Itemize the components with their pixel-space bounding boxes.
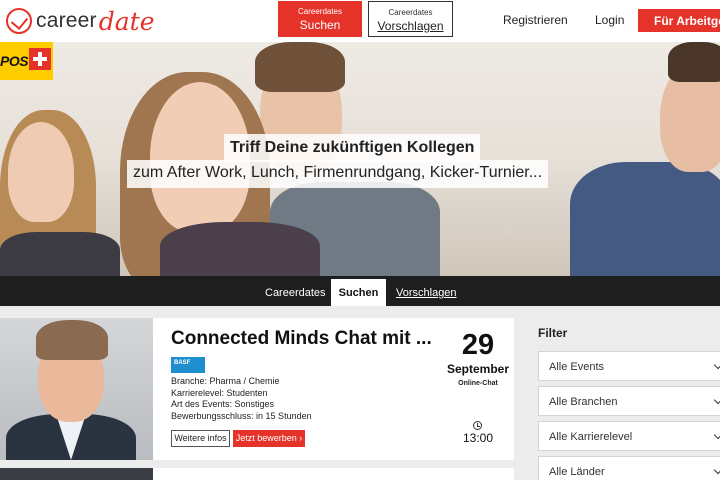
event-details: Branche: Pharma / Chemie Karrierelevel: …: [171, 376, 312, 422]
top-header: career date Careerdates Suchen Careerdat…: [0, 0, 720, 42]
tab-bar-label: Careerdates: [265, 287, 326, 299]
tab-vorschlagen[interactable]: Vorschlagen: [396, 287, 457, 299]
careerdates-vorschlagen-button[interactable]: Careerdates Vorschlagen: [368, 1, 453, 37]
hero-subtitle: zum After Work, Lunch, Firmenrundgang, K…: [127, 160, 549, 188]
event-type: Online-Chat: [458, 380, 498, 387]
hero-photo-person: [570, 162, 720, 276]
event-host-photo: [0, 318, 153, 460]
hero-photo-person: [8, 122, 74, 222]
post-sponsor-logo[interactable]: POST: [0, 42, 53, 80]
vorschlagen-button-label: Vorschlagen: [377, 19, 444, 33]
swiss-cross-icon: [29, 48, 51, 70]
photo-hair: [36, 320, 108, 360]
chevron-down-icon: [713, 360, 720, 370]
vorschlagen-button-small-label: Careerdates: [388, 8, 433, 17]
filter-heading: Filter: [538, 326, 568, 340]
careerdate-logo[interactable]: career date: [6, 4, 154, 38]
suchen-button-small-label: Careerdates: [297, 7, 343, 16]
hero-photo-person: [0, 232, 120, 276]
select-value: Alle Events: [549, 361, 605, 373]
filter-laender-select[interactable]: Alle Länder: [538, 456, 720, 480]
fuer-arbeitgeber-button[interactable]: Für Arbeitgeber: [638, 9, 720, 32]
filter-karrierelevel-select[interactable]: Alle Karrierelevel: [538, 421, 720, 451]
select-value: Alle Branchen: [549, 396, 618, 408]
event-card[interactable]: Connected Minds Chat mit ... BASF Branch…: [0, 318, 514, 460]
event-host-photo: [0, 468, 153, 480]
tab-suchen[interactable]: Suchen: [331, 279, 386, 306]
chevron-down-icon: [713, 465, 720, 475]
event-card[interactable]: [0, 468, 514, 480]
weitere-infos-button[interactable]: Weitere infos: [171, 430, 230, 447]
event-karrierelevel: Karrierelevel: Studenten: [171, 387, 268, 398]
registrieren-link[interactable]: Registrieren: [503, 13, 568, 27]
select-value: Alle Länder: [549, 466, 605, 478]
basf-company-logo: BASF: [171, 357, 205, 373]
event-month: September: [446, 362, 510, 376]
logo-text: career: [36, 9, 97, 32]
chevron-down-icon: [713, 430, 720, 440]
careerdate-logo-icon: [6, 8, 32, 34]
jetzt-bewerben-button[interactable]: Jetzt bewerben ›: [233, 430, 305, 447]
careerdates-suchen-button[interactable]: Careerdates Suchen: [278, 1, 362, 37]
hero-banner: POST Triff Deine zukünftigen Kollegen zu…: [0, 42, 720, 276]
hero-photo-person: [668, 42, 720, 82]
hero-photo-person: [255, 42, 345, 92]
event-bewerbungsschluss: Bewerbungsschluss: in 15 Stunden: [171, 410, 312, 421]
event-title[interactable]: Connected Minds Chat mit ...: [171, 328, 432, 350]
select-value: Alle Karrierelevel: [549, 431, 633, 443]
logo-script: date: [98, 6, 155, 36]
filter-events-select[interactable]: Alle Events: [538, 351, 720, 381]
event-time: 13:00: [462, 431, 494, 445]
filter-branchen-select[interactable]: Alle Branchen: [538, 386, 720, 416]
hero-photo-person: [160, 222, 320, 276]
chevron-down-icon: [713, 395, 720, 405]
login-link[interactable]: Login: [595, 13, 624, 27]
hero-title: Triff Deine zukünftigen Kollegen: [224, 134, 481, 162]
event-day: 29: [461, 329, 495, 361]
event-art: Art des Events: Sonstiges: [171, 399, 275, 409]
suchen-button-label: Suchen: [299, 18, 341, 32]
clock-icon: [473, 421, 482, 430]
event-branche: Branche: Pharma / Chemie: [171, 376, 280, 386]
careerdates-tab-bar: Careerdates Suchen Vorschlagen: [0, 276, 720, 306]
